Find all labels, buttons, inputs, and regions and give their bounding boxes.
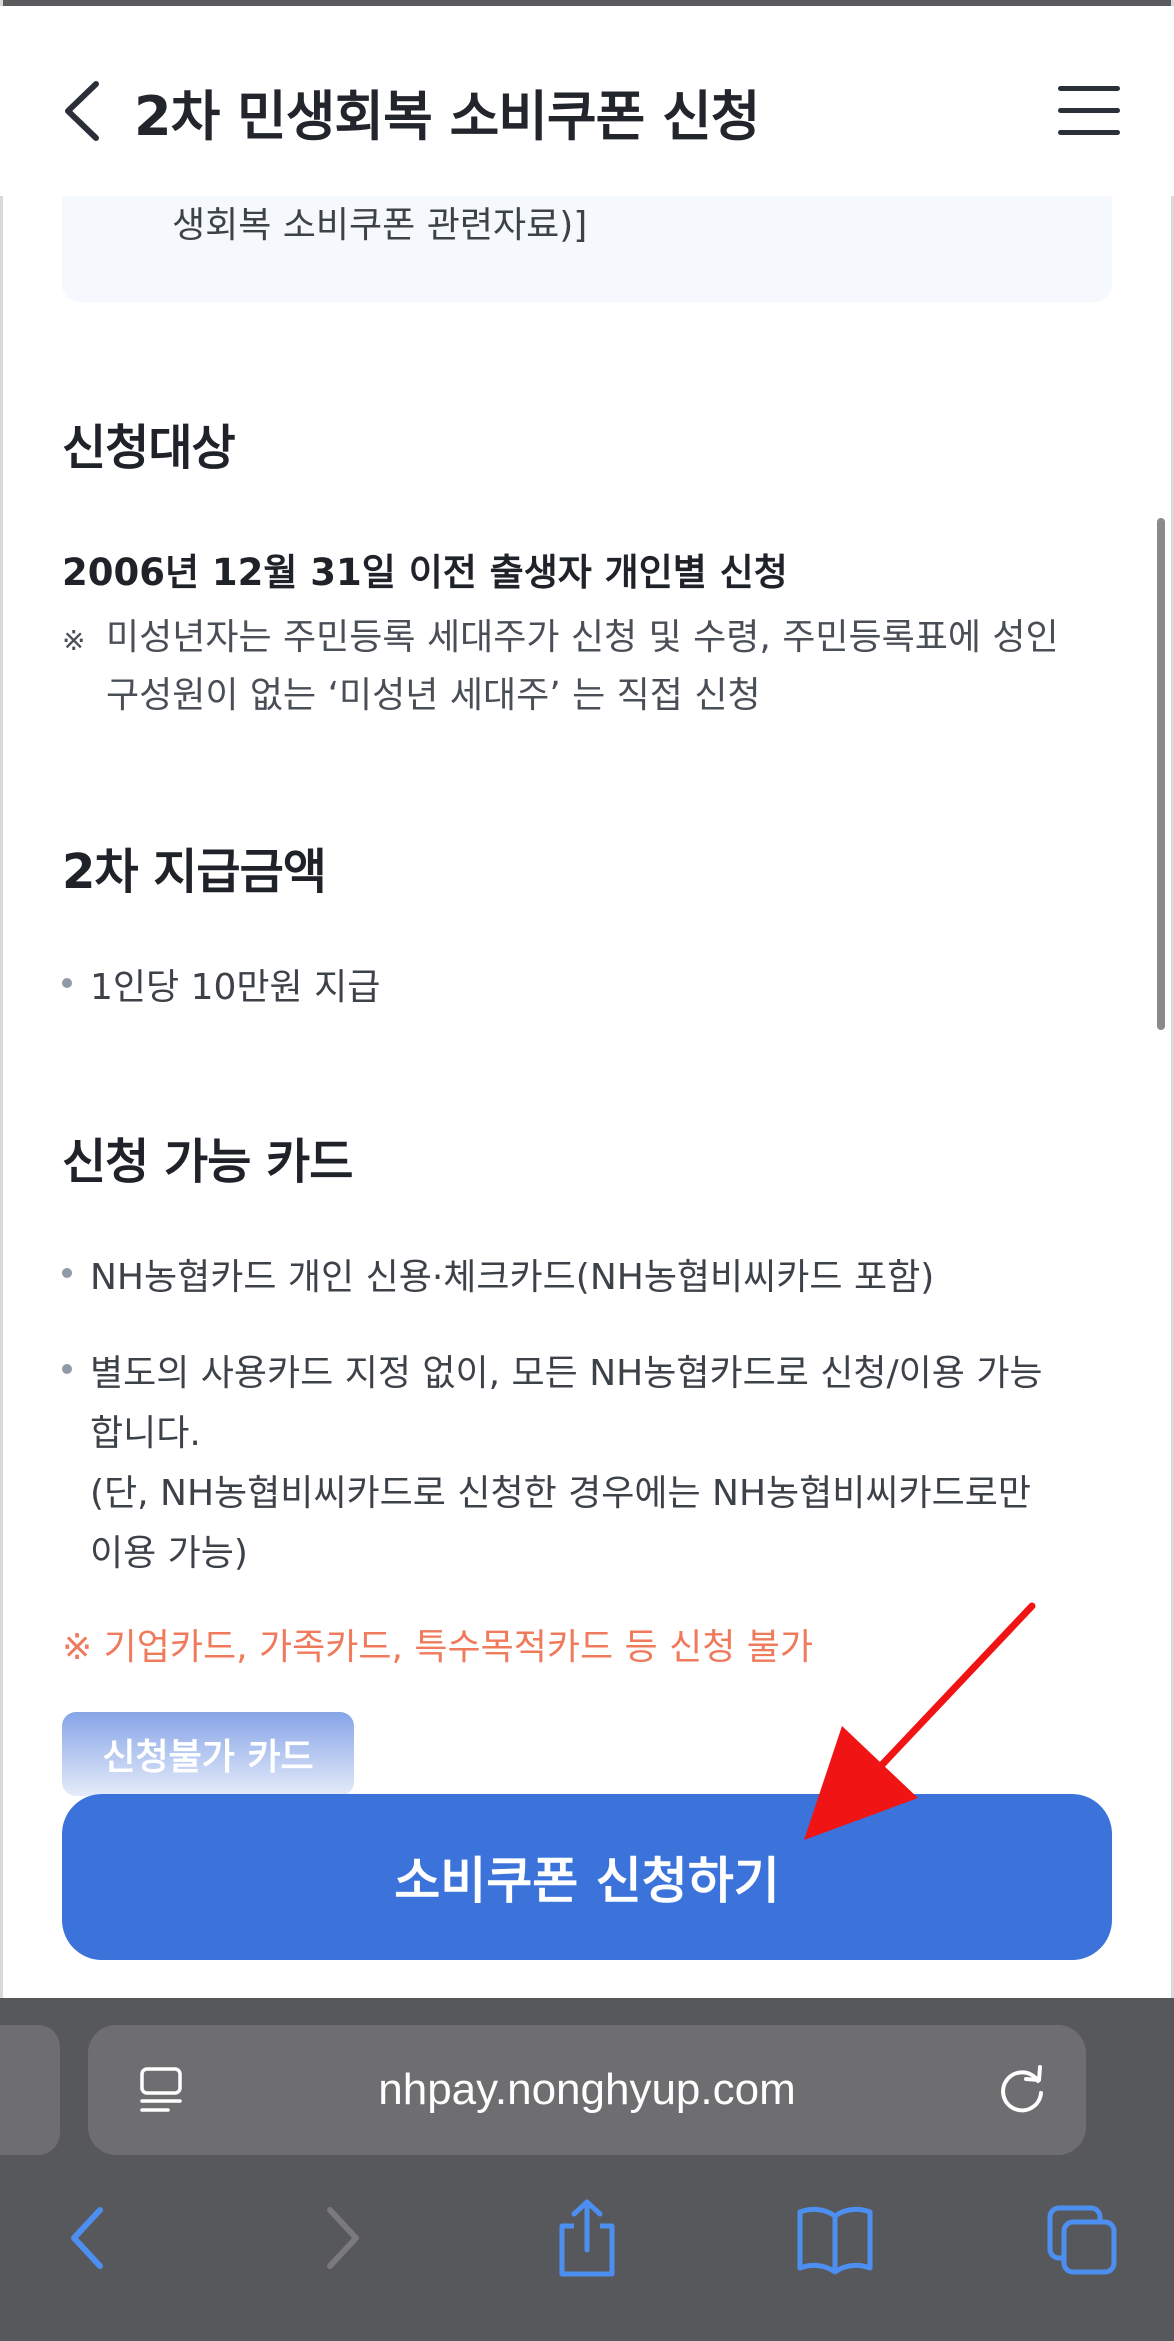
scrollbar-thumb[interactable] [1157, 518, 1165, 1030]
address-bar[interactable]: nhpay.nonghyup.com [88, 2025, 1086, 2155]
back-chevron-icon [65, 81, 99, 141]
reload-icon[interactable] [996, 2063, 1050, 2117]
forward-icon[interactable] [318, 2198, 364, 2278]
back-button[interactable] [58, 78, 108, 144]
amount-bullet: 1인당 10만원 지급 [90, 967, 381, 1008]
bookmarks-icon[interactable] [796, 2198, 874, 2278]
target-note-line2: 구성원이 없는 ‘미성년 세대주’ 는 직접 신청 [106, 675, 761, 716]
page-header: 2차 민생회복 소비쿠폰 신청 [0, 6, 1174, 196]
bullet-dot [62, 1364, 72, 1374]
url-text: nhpay.nonghyup.com [378, 2065, 796, 2114]
bullet-dot [62, 1268, 72, 1278]
reference-info-box: 생회복 소비쿠폰 관련자료)] [62, 196, 1112, 302]
apply-coupon-button[interactable]: 소비쿠폰 신청하기 [62, 1794, 1112, 1960]
cards-bullet-2-line1: 별도의 사용카드 지정 없이, 모든 NH농협카드로 신청/이용 가능 [90, 1353, 1043, 1394]
bullet-dot [62, 978, 72, 988]
cards-bullet-2-line3: (단, NH농협비씨카드로 신청한 경우에는 NH농협비씨카드로만 [90, 1473, 1032, 1514]
back-icon[interactable] [66, 2198, 112, 2278]
page-title: 2차 민생회복 소비쿠폰 신청 [134, 85, 760, 148]
cards-bullet-2-line4: 이용 가능) [90, 1533, 248, 1574]
window-left-border [0, 0, 3, 2000]
cards-bullet-2-line2: 합니다. [90, 1413, 201, 1454]
reference-text: 생회복 소비쿠폰 관련자료)] [172, 205, 588, 246]
unsupported-cards-warning: ※ 기업카드, 가족카드, 특수목적카드 등 신청 불가 [62, 1627, 813, 1668]
share-icon[interactable] [554, 2198, 620, 2278]
menu-icon [1058, 86, 1120, 91]
note-mark: ※ [62, 624, 86, 657]
section-heading-target: 신청대상 [62, 420, 236, 476]
section-heading-cards: 신청 가능 카드 [62, 1134, 353, 1190]
target-note-line1: 미성년자는 주민등록 세대주가 신청 및 수령, 주민등록표에 성인 [106, 617, 1059, 658]
tabs-icon[interactable] [1046, 2198, 1118, 2278]
section-heading-amount: 2차 지급금액 [62, 844, 327, 900]
previous-tab-preview[interactable] [0, 2025, 60, 2155]
browser-toolbar: nhpay.nonghyup.com [0, 1998, 1174, 2341]
target-eligibility: 2006년 12월 31일 이전 출생자 개인별 신청 [62, 551, 788, 594]
unavailable-cards-button[interactable]: 신청불가 카드 [62, 1712, 354, 1796]
menu-button[interactable] [1058, 86, 1120, 136]
cards-bullet-1: NH농협카드 개인 신용·체크카드(NH농협비씨카드 포함) [90, 1257, 935, 1298]
